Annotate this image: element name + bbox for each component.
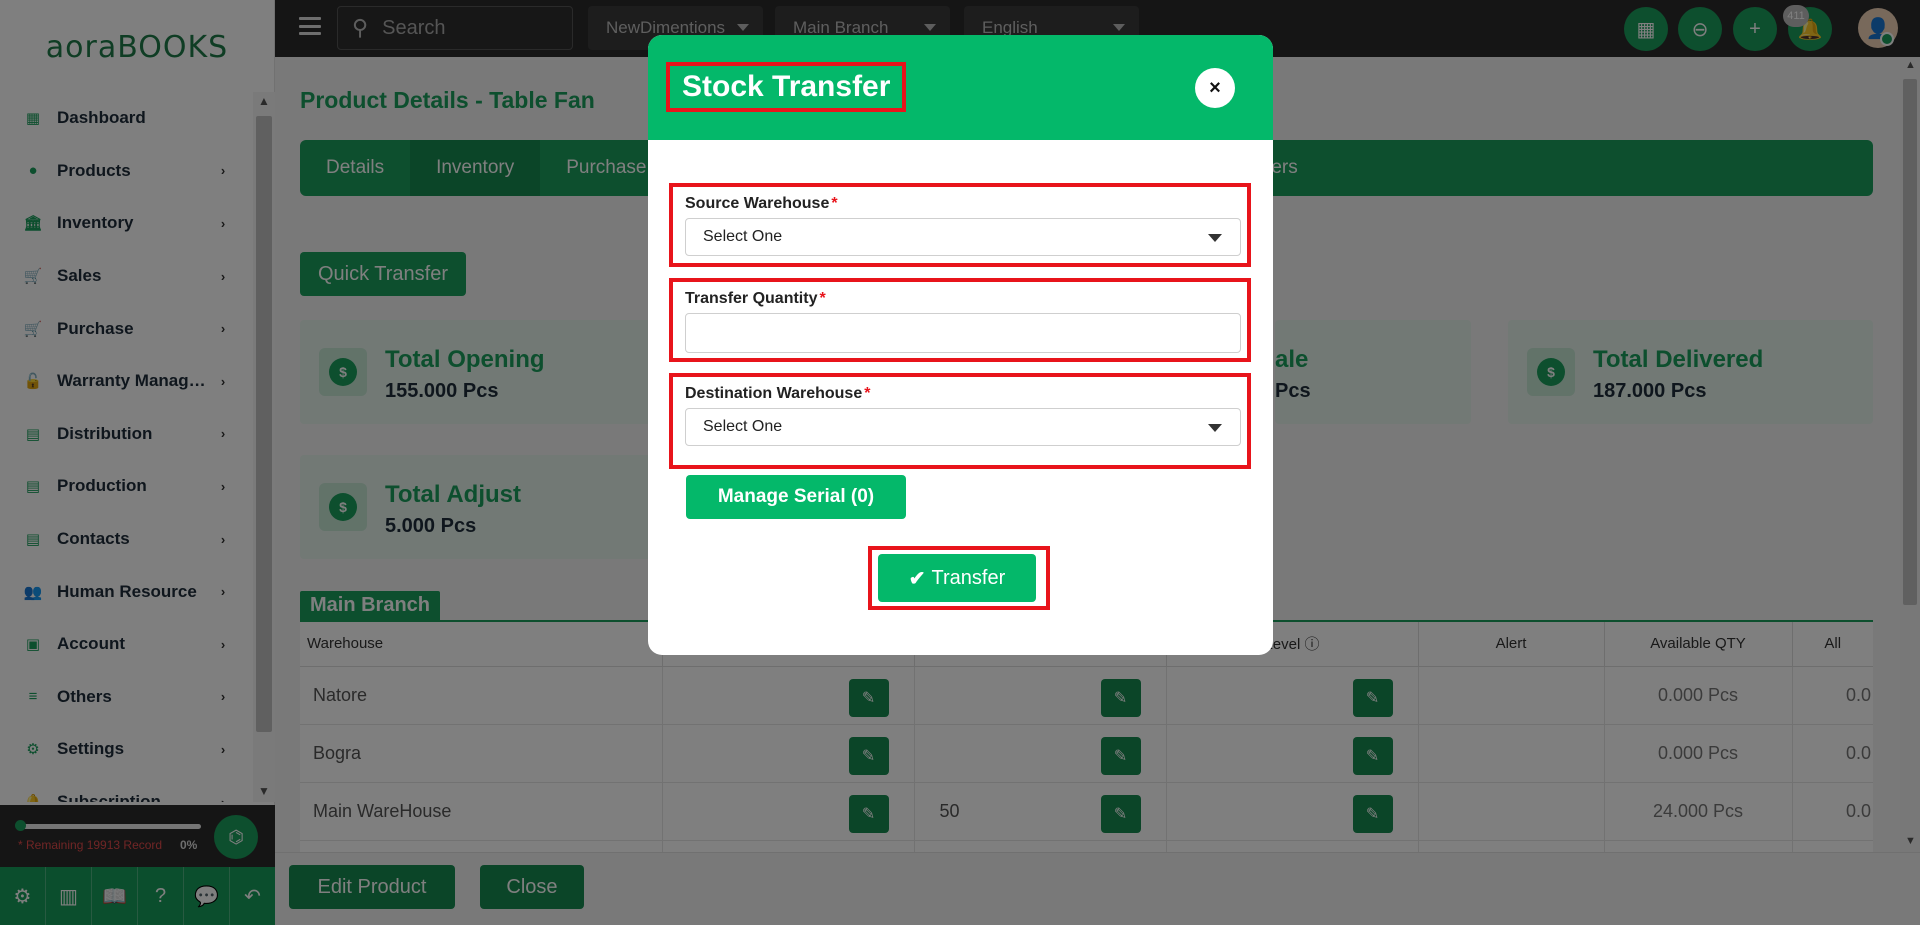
modal-header: Stock Transfer × [648, 35, 1273, 140]
destination-warehouse-field: Destination Warehouse * Select One [669, 373, 1251, 469]
chevron-down-icon [1208, 424, 1222, 432]
transfer-button-label: Transfer [931, 566, 1006, 589]
modal-title: Stock Transfer [666, 62, 907, 112]
source-warehouse-select[interactable]: Select One [685, 218, 1241, 256]
transfer-button-highlight: ✔ Transfer [868, 546, 1050, 610]
source-warehouse-value: Select One [703, 228, 783, 245]
destination-warehouse-value: Select One [703, 418, 783, 435]
close-icon[interactable]: × [1195, 68, 1235, 108]
source-warehouse-label: Source Warehouse * [685, 195, 838, 212]
source-warehouse-field: Source Warehouse * Select One [669, 183, 1251, 267]
check-icon: ✔ [908, 567, 926, 590]
destination-warehouse-select[interactable]: Select One [685, 408, 1241, 446]
transfer-quantity-label: Transfer Quantity * [685, 290, 826, 307]
manage-serial-button[interactable]: Manage Serial (0) [686, 475, 906, 519]
stock-transfer-modal: Stock Transfer × Source Warehouse * Selec… [648, 35, 1273, 655]
transfer-button[interactable]: ✔ Transfer [878, 554, 1036, 602]
transfer-quantity-input[interactable] [685, 313, 1241, 353]
transfer-quantity-field: Transfer Quantity * [669, 278, 1251, 362]
destination-warehouse-label: Destination Warehouse * [685, 385, 871, 402]
chevron-down-icon [1208, 234, 1222, 242]
